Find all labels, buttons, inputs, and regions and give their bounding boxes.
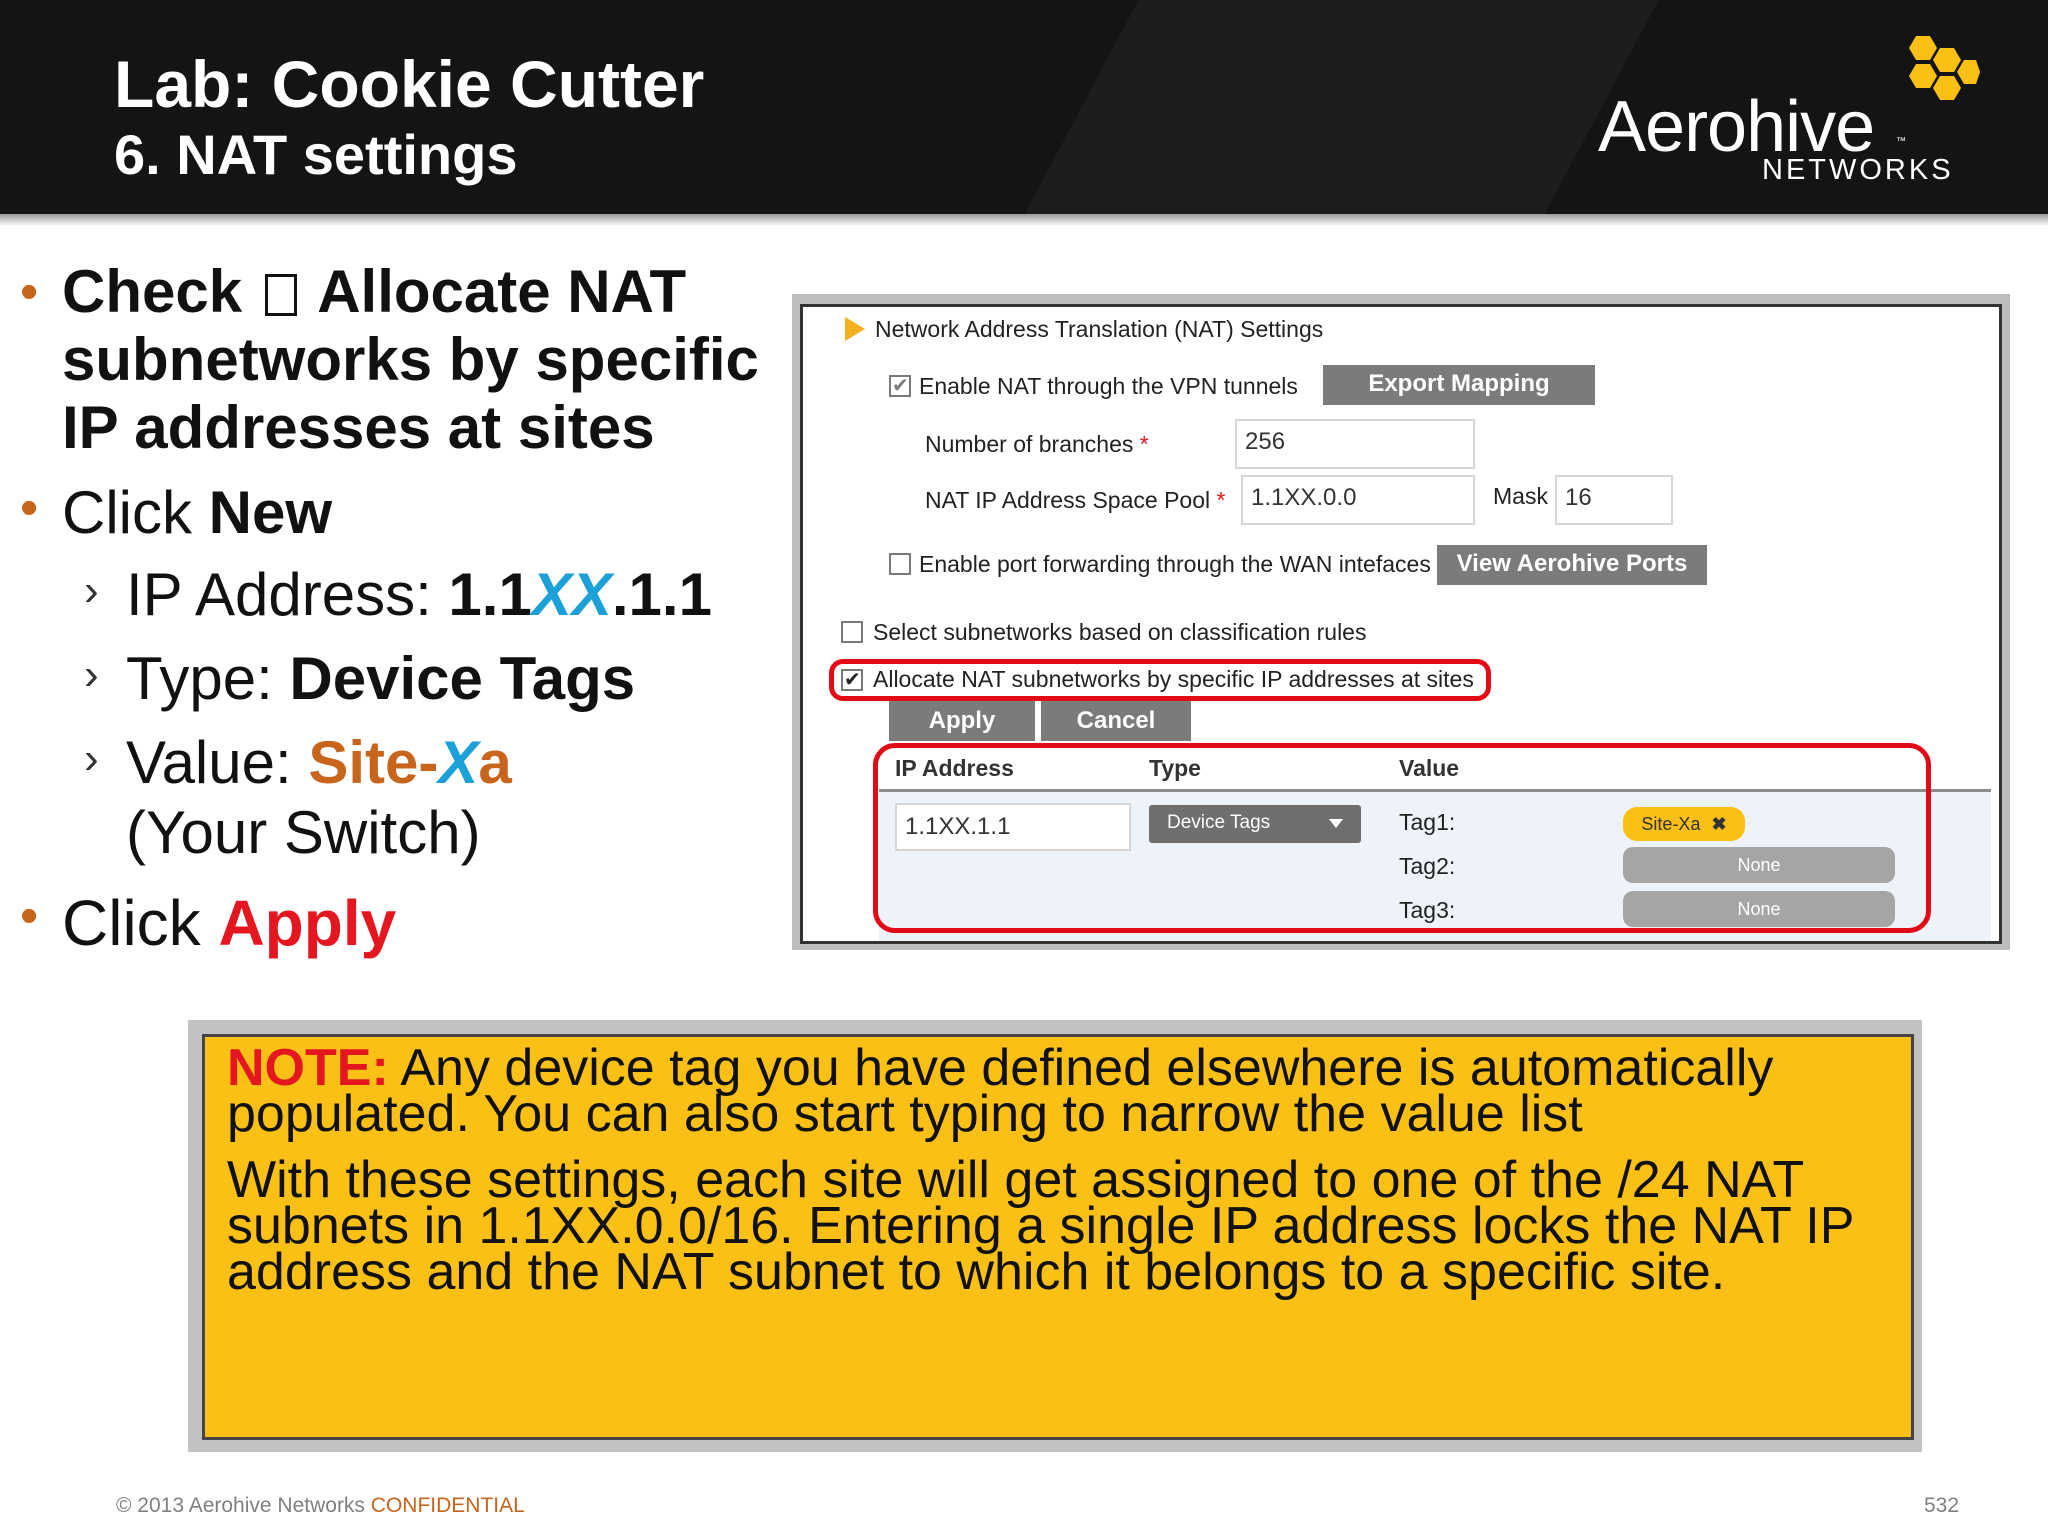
value-part-site: Site- bbox=[308, 729, 439, 796]
bullet-new-word: New bbox=[208, 479, 333, 546]
expand-triangle-icon[interactable] bbox=[845, 317, 865, 341]
allocate-nat-label: Allocate NAT subnetworks by specific IP … bbox=[873, 666, 1474, 692]
type-label: Type: bbox=[126, 645, 290, 712]
cancel-button[interactable]: Cancel bbox=[1041, 701, 1191, 741]
required-marker: * bbox=[1139, 431, 1149, 457]
note-paragraph-2: With these settings, each site will get … bbox=[227, 1151, 1854, 1301]
logo-networks: NETWORKS bbox=[1762, 154, 1954, 186]
copyright-text: © 2013 Aerohive Networks bbox=[116, 1494, 371, 1517]
bullet-dot: • bbox=[20, 887, 39, 945]
branches-label: Number of branches * bbox=[925, 431, 1149, 458]
slide-title: Lab: Cookie Cutter bbox=[114, 47, 705, 121]
mask-input[interactable]: 16 bbox=[1555, 475, 1673, 525]
pool-label-text: NAT IP Address Space Pool bbox=[925, 487, 1211, 513]
ip-part-xx: XX bbox=[531, 561, 612, 628]
slide-subtitle: 6. NAT settings bbox=[114, 123, 518, 186]
honeycomb-icon bbox=[1909, 36, 1980, 100]
bullet-click-word: Click bbox=[62, 479, 209, 546]
required-marker: * bbox=[1216, 487, 1226, 513]
subbullet-arrow: › bbox=[84, 734, 99, 783]
checkbox-icon bbox=[264, 274, 297, 316]
value-part-a: a bbox=[478, 729, 512, 796]
footer-copyright: © 2013 Aerohive Networks CONFIDENTIAL bbox=[116, 1494, 525, 1518]
subbullet-arrow: › bbox=[84, 566, 99, 615]
note-paragraph-1: NOTE: Any device tag you have defined el… bbox=[227, 1042, 1891, 1140]
branches-label-text: Number of branches bbox=[925, 431, 1134, 457]
page-number: 532 bbox=[1924, 1494, 1960, 1517]
port-forwarding-checkbox[interactable] bbox=[889, 553, 911, 575]
table-highlight bbox=[873, 743, 1931, 933]
enable-nat-label: Enable NAT through the VPN tunnels bbox=[919, 373, 1298, 399]
value-label: Value: bbox=[126, 729, 309, 796]
bullet-apply-word: Apply bbox=[218, 887, 397, 959]
enable-nat-checkbox[interactable] bbox=[889, 373, 911, 398]
confidential-label: CONFIDENTIAL bbox=[370, 1494, 525, 1517]
ip-label: IP Address: bbox=[126, 561, 449, 628]
branches-input[interactable]: 256 bbox=[1235, 419, 1475, 469]
select-subnets-checkbox[interactable] bbox=[841, 621, 863, 643]
nat-section-title: Network Address Translation (NAT) Settin… bbox=[875, 316, 1324, 342]
select-subnets-label: Select subnetworks based on classificati… bbox=[873, 619, 1367, 645]
value-part-x: X bbox=[438, 729, 479, 796]
value-note: (Your Switch) bbox=[126, 799, 481, 866]
bullet-dot: • bbox=[20, 263, 39, 321]
ip-part-a: 1.1 bbox=[448, 561, 532, 628]
allocate-nat-checkbox[interactable] bbox=[841, 667, 863, 692]
mask-label: Mask bbox=[1493, 483, 1548, 509]
type-value: Device Tags bbox=[289, 645, 636, 712]
aerohive-logo: Aerohive ™ NETWORKS bbox=[1590, 34, 1980, 194]
bullet-dot: • bbox=[20, 479, 39, 537]
subbullet-arrow: › bbox=[84, 650, 99, 699]
pool-label: NAT IP Address Space Pool * bbox=[925, 487, 1225, 514]
apply-button[interactable]: Apply bbox=[889, 701, 1035, 741]
logo-trademark: ™ bbox=[1896, 136, 1906, 147]
note-line-1: Any device tag you have defined elsewher… bbox=[227, 1039, 1774, 1143]
header-shadow bbox=[0, 214, 2048, 226]
nat-settings-screenshot: Network Address Translation (NAT) Settin… bbox=[800, 304, 2002, 944]
port-forwarding-label: Enable port forwarding through the WAN i… bbox=[919, 551, 1431, 577]
export-mapping-button[interactable]: Export Mapping bbox=[1323, 365, 1595, 405]
bullet-click-word: Click bbox=[62, 887, 219, 959]
note-box: NOTE: Any device tag you have defined el… bbox=[202, 1034, 1914, 1440]
view-ports-button[interactable]: View Aerohive Ports bbox=[1437, 545, 1707, 585]
pool-input[interactable]: 1.1XX.0.0 bbox=[1241, 475, 1475, 525]
header-decoration bbox=[1000, 0, 1680, 214]
ip-part-c: .1.1 bbox=[611, 561, 712, 628]
bullet-check-word: Check bbox=[62, 258, 243, 325]
slide-header: Lab: Cookie Cutter 6. NAT settings Aeroh… bbox=[0, 0, 2048, 214]
